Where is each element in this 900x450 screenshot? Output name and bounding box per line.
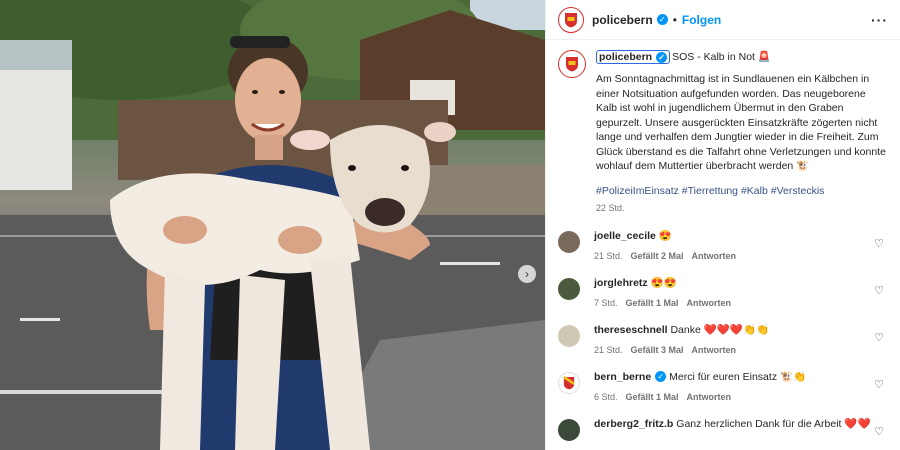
comment-body: joelle_cecile 😍 21 Std. Gefällt 2 Mal Antw… bbox=[594, 229, 874, 261]
chevron-right-icon: › bbox=[525, 267, 529, 281]
caption-username-text: policebern bbox=[599, 51, 653, 63]
comment-username[interactable]: joelle_cecile bbox=[594, 230, 656, 242]
comment-body: derberg2_fritz.b Ganz herzlichen Dank fü… bbox=[594, 417, 874, 430]
commenter-avatar[interactable] bbox=[558, 418, 580, 441]
hashtag-link[interactable]: #Kalb bbox=[741, 185, 768, 197]
comment-likes[interactable]: Gefällt 1 Mal bbox=[626, 392, 679, 402]
carousel-next-button[interactable]: › bbox=[518, 265, 536, 283]
comment-list: joelle_cecile 😍 21 Std. Gefällt 2 Mal Antw… bbox=[546, 229, 900, 450]
comment-item: joelle_cecile 😍 21 Std. Gefällt 2 Mal Antw… bbox=[558, 229, 888, 276]
reply-button[interactable]: Antworten bbox=[692, 251, 737, 261]
comment-meta: 7 Std. Gefällt 1 Mal Antworten bbox=[594, 298, 874, 308]
post-header: policebern ✓ • Folgen ··· bbox=[546, 0, 900, 40]
heart-icon[interactable]: ♡ bbox=[874, 378, 884, 391]
comment-text: Danke ❤️❤️❤️👏👏 bbox=[670, 323, 770, 336]
comment-username[interactable]: jorglehretz bbox=[594, 277, 648, 289]
profile-avatar[interactable] bbox=[558, 6, 584, 33]
comment-text: 😍😍 bbox=[650, 276, 677, 289]
caption-username[interactable]: policebern ✓ bbox=[596, 50, 671, 64]
heart-icon[interactable]: ♡ bbox=[874, 284, 884, 297]
post-timestamp: 22 Std. bbox=[596, 203, 625, 214]
reply-button[interactable]: Antworten bbox=[692, 345, 737, 355]
comment-item: thereseschnell Danke ❤️❤️❤️👏👏 21 Std. Gef… bbox=[558, 323, 888, 370]
verified-badge-icon: ✓ bbox=[656, 51, 668, 63]
commenter-avatar[interactable] bbox=[558, 371, 580, 394]
hashtag-link[interactable]: #Tierrettung bbox=[682, 185, 738, 197]
comment-username[interactable]: bern_berne bbox=[594, 371, 651, 383]
comment-username[interactable]: thereseschnell bbox=[594, 324, 668, 336]
comment-item: bern_berne ✓ Merci für euren Einsatz 🐮👏 6… bbox=[558, 370, 888, 417]
comment-likes[interactable]: Gefällt 2 Mal bbox=[631, 251, 684, 261]
comment-meta: 6 Std. Gefällt 1 Mal Antworten bbox=[594, 392, 874, 402]
commenter-avatar[interactable] bbox=[558, 230, 580, 253]
post-caption: policebern ✓ SOS - Kalb in Not 🚨 Am Sonnta… bbox=[546, 40, 900, 215]
photo-illustration bbox=[0, 0, 545, 450]
follow-button[interactable]: Folgen bbox=[682, 13, 721, 27]
hashtag-list: #PolizeiImEinsatz #Tierrettung #Kalb #Ve… bbox=[596, 184, 886, 198]
comment-body: thereseschnell Danke ❤️❤️❤️👏👏 21 Std. Gef… bbox=[594, 323, 874, 355]
post-side-panel: policebern ✓ • Folgen ··· policebern ✓ SOS… bbox=[545, 0, 900, 450]
comment-item: derberg2_fritz.b Ganz herzlichen Dank fü… bbox=[558, 417, 888, 450]
verified-badge-icon: ✓ bbox=[656, 14, 668, 25]
comment-body: jorglehretz 😍😍 7 Std. Gefällt 1 Mal Antwor… bbox=[594, 276, 874, 308]
comment-time[interactable]: 7 Std. bbox=[594, 298, 618, 308]
post-username[interactable]: policebern bbox=[592, 13, 653, 27]
comment-text: 😍 bbox=[658, 229, 672, 242]
heart-icon[interactable]: ♡ bbox=[874, 425, 884, 438]
hashtag-link[interactable]: #Versteckis bbox=[771, 185, 825, 197]
heart-icon[interactable]: ♡ bbox=[874, 237, 884, 250]
commenter-avatar[interactable] bbox=[558, 324, 580, 347]
commenter-avatar[interactable] bbox=[558, 277, 580, 300]
comment-time[interactable]: 21 Std. bbox=[594, 345, 623, 355]
comment-time[interactable]: 21 Std. bbox=[594, 251, 623, 261]
police-shield-icon bbox=[566, 57, 578, 72]
post-photo: › bbox=[0, 0, 545, 450]
hashtag-link[interactable]: #PolizeiImEinsatz bbox=[596, 185, 679, 197]
comment-body: bern_berne ✓ Merci für euren Einsatz 🐮👏 6… bbox=[594, 370, 874, 402]
comment-time[interactable]: 6 Std. bbox=[594, 392, 618, 402]
comment-likes[interactable]: Gefällt 3 Mal bbox=[631, 345, 684, 355]
comment-text: Merci für euren Einsatz 🐮👏 bbox=[669, 370, 807, 383]
caption-title: SOS - Kalb in Not 🚨 bbox=[672, 51, 771, 63]
comment-username[interactable]: derberg2_fritz.b bbox=[594, 418, 673, 430]
comment-likes[interactable]: Gefällt 1 Mal bbox=[626, 298, 679, 308]
reply-button[interactable]: Antworten bbox=[687, 392, 732, 402]
caption-avatar[interactable] bbox=[558, 50, 586, 78]
more-horizontal-icon[interactable]: ··· bbox=[871, 12, 888, 28]
separator-dot: • bbox=[672, 12, 677, 27]
caption-text: Am Sonntagnachmittag ist in Sundlauenen … bbox=[596, 73, 886, 173]
comment-meta: 21 Std. Gefällt 2 Mal Antworten bbox=[594, 251, 874, 261]
reply-button[interactable]: Antworten bbox=[687, 298, 732, 308]
comment-meta: 21 Std. Gefällt 3 Mal Antworten bbox=[594, 345, 874, 355]
caption-body: policebern ✓ SOS - Kalb in Not 🚨 Am Sonnta… bbox=[596, 50, 886, 215]
heart-icon[interactable]: ♡ bbox=[874, 331, 884, 344]
comment-text: Ganz herzlichen Dank für die Arbeit ❤️❤️ bbox=[676, 417, 871, 430]
comment-item: jorglehretz 😍😍 7 Std. Gefällt 1 Mal Antwor… bbox=[558, 276, 888, 323]
verified-badge-icon: ✓ bbox=[655, 371, 667, 383]
police-shield-icon bbox=[565, 12, 577, 27]
bern-crest-icon bbox=[563, 375, 575, 390]
